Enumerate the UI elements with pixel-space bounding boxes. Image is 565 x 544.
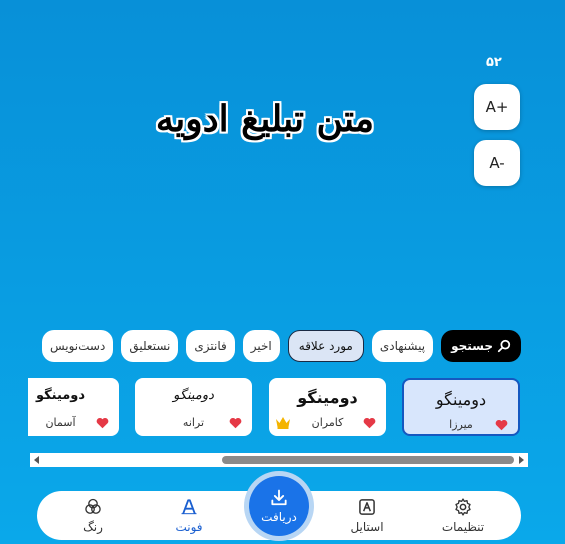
nav-font-label: فونت bbox=[175, 520, 203, 534]
chip-suggested[interactable]: پیشنهادی bbox=[371, 330, 434, 362]
font-sample: دومینگو bbox=[297, 388, 358, 407]
font-size-readout: ۵۲ bbox=[486, 55, 502, 70]
heart-icon[interactable] bbox=[229, 417, 242, 429]
search-label: جستجو bbox=[451, 339, 493, 353]
color-circles-icon bbox=[85, 498, 101, 514]
search-icon bbox=[497, 339, 511, 353]
font-card[interactable]: دومینگو آسمان bbox=[28, 378, 119, 436]
font-name: میرزا bbox=[449, 418, 473, 431]
filter-bar: جستجو پیشنهادی مورد علاقه اخیر فانتزی نس… bbox=[28, 329, 521, 363]
chip-fantasy[interactable]: فانتزی bbox=[186, 330, 235, 362]
font-list: دومینگو میرزا دومینگو کامران دومینگو ترا… bbox=[28, 378, 521, 438]
horizontal-scrollbar[interactable] bbox=[30, 453, 528, 467]
nav-style[interactable]: استایل bbox=[332, 491, 402, 540]
font-card[interactable]: دومینگو کامران bbox=[269, 378, 386, 436]
gear-icon bbox=[455, 498, 471, 516]
font-card[interactable]: دومینگو ترانه bbox=[135, 378, 252, 436]
font-name: ترانه bbox=[182, 416, 205, 429]
font-name: آسمان bbox=[45, 416, 76, 429]
scrollbar-thumb[interactable] bbox=[222, 456, 514, 464]
scroll-left-arrow-icon[interactable] bbox=[32, 455, 42, 465]
font-sample: دومینگو bbox=[173, 388, 214, 403]
nav-style-label: استایل bbox=[350, 520, 384, 534]
preview-text[interactable]: متن تبلیغ ادویه bbox=[100, 98, 430, 140]
heart-icon[interactable] bbox=[96, 417, 109, 429]
decrease-font-size-button[interactable]: A- bbox=[474, 140, 520, 186]
scroll-right-arrow-icon[interactable] bbox=[516, 455, 526, 465]
nav-color[interactable]: رنگ bbox=[58, 491, 128, 540]
download-label: دریافت bbox=[261, 510, 297, 524]
style-icon bbox=[359, 499, 375, 515]
chip-handwriting[interactable]: دست‌نویس bbox=[41, 330, 114, 362]
chip-recent[interactable]: اخیر bbox=[242, 330, 280, 362]
font-icon bbox=[181, 499, 197, 515]
search-button[interactable]: جستجو bbox=[441, 330, 521, 362]
nav-color-label: رنگ bbox=[83, 520, 103, 534]
chip-favorites[interactable]: مورد علاقه bbox=[287, 330, 364, 362]
font-sample: دومینگو bbox=[435, 390, 487, 409]
heart-icon[interactable] bbox=[363, 417, 376, 429]
download-icon bbox=[271, 489, 287, 506]
font-card[interactable]: دومینگو میرزا bbox=[402, 378, 520, 436]
download-button[interactable]: دریافت bbox=[249, 476, 309, 536]
font-sample: دومینگو bbox=[35, 388, 86, 403]
font-name: کامران bbox=[311, 416, 344, 429]
nav-font[interactable]: فونت bbox=[154, 491, 224, 540]
crown-icon bbox=[276, 417, 290, 429]
nav-settings-label: تنظیمات bbox=[441, 520, 485, 534]
chip-nastaliq[interactable]: نستعلیق bbox=[121, 330, 179, 362]
increase-font-size-button[interactable]: A+ bbox=[474, 84, 520, 130]
nav-settings[interactable]: تنظیمات bbox=[428, 491, 498, 540]
heart-icon[interactable] bbox=[495, 419, 508, 431]
